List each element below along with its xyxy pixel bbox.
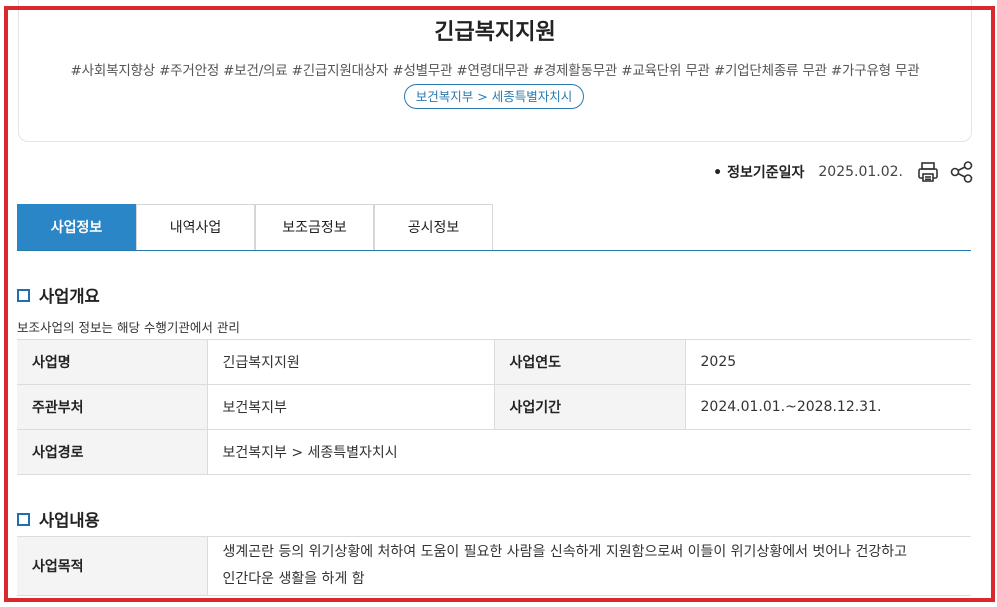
highlight-frame xyxy=(4,6,995,602)
